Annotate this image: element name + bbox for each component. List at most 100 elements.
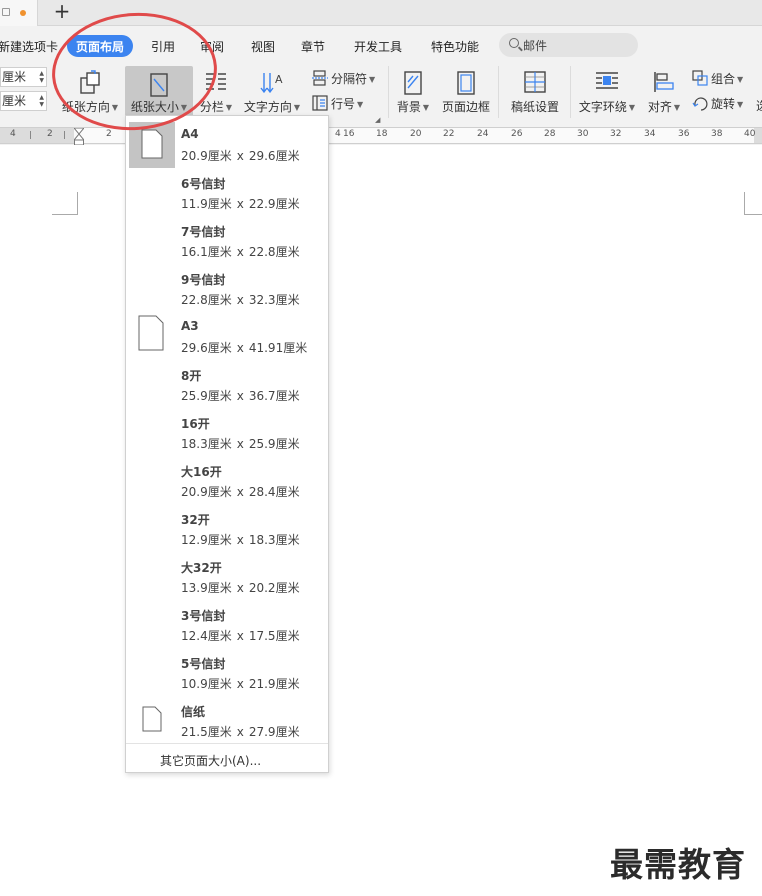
margin-top-spinner[interactable]: 厘米 ▲ ▼ [0,67,47,87]
paper-size-dimensions: 18.3厘米 x 25.9厘米 [181,437,300,451]
menu-new-tab[interactable]: 新建选项卡 [0,38,58,55]
paper-size-dimensions: 10.9厘米 x 21.9厘米 [181,677,300,691]
chevron-down-icon: ▼ [673,103,681,112]
page-border-label: 页面边框 [441,100,490,114]
text-wrap-button[interactable]: 文字环绕 ▼ [576,64,638,118]
dialog-launcher-icon[interactable]: ◢ [375,116,380,124]
menu-references[interactable]: 引用 [151,38,175,55]
page-margin-corner [52,192,78,215]
watermark-logo: 最需教育 [610,845,746,884]
orientation-button[interactable]: 纸张方向 ▼ [58,64,122,118]
paper-size-name: 大32开 [181,561,222,575]
paper-size-name: A4 [181,127,199,141]
ruler-tick-label: 30 [577,129,589,139]
paper-size-option[interactable]: 3号信封 12.4厘米 x 17.5厘米 [126,599,328,647]
ruler-tick-label: 18 [376,129,388,139]
paper-size-dimensions: 22.8厘米 x 32.3厘米 [181,293,300,307]
paper-size-name: 信纸 [181,705,206,719]
horizontal-ruler: 4 2 2 4 16 18 20 22 24 26 28 30 32 34 36… [0,127,762,144]
chevron-down-icon: ▼ [737,75,744,84]
ruler-tick [30,131,31,139]
group-label: 组合 [711,72,736,86]
indent-marker-icon[interactable] [74,128,84,146]
chevron-down-icon: ▼ [180,103,188,112]
paper-size-name: 6号信封 [181,177,226,191]
background-button[interactable]: 背景 ▼ [393,64,433,118]
page-orientation-icon [80,70,100,94]
paper-size-name: 8开 [181,369,202,383]
menu-bar: 新建选项卡 页面布局 引用 审阅 视图 章节 开发工具 特色功能 邮件 [0,26,762,64]
ruler-tick-label: 2 [106,129,112,139]
paper-size-dimensions: 13.9厘米 x 20.2厘米 [181,581,300,595]
paper-size-dimensions: 25.9厘米 x 36.7厘米 [181,389,300,403]
menu-view[interactable]: 视图 [251,38,275,55]
paper-size-option[interactable]: 6号信封 11.9厘米 x 22.9厘米 [126,167,328,215]
document-canvas[interactable] [0,145,762,896]
background-icon [404,71,422,95]
text-wrap-icon [596,72,618,89]
orientation-label: 纸张方向 [61,100,110,114]
ruler-tick-label: 32 [610,129,622,139]
columns-button[interactable]: 分栏 ▼ [196,64,236,118]
paper-size-option[interactable]: 大16开 20.9厘米 x 28.4厘米 [126,455,328,503]
page-border-button[interactable]: 页面边框 [439,64,493,118]
paper-size-option[interactable]: 16开 18.3厘米 x 25.9厘米 [126,407,328,455]
menu-developer[interactable]: 开发工具 [354,38,402,55]
line-number-button[interactable]: 行号 ▼ [312,95,363,115]
spin-arrows-icon[interactable]: ▲ ▼ [39,94,44,108]
paper-size-dimensions: 20.9厘米 x 28.4厘米 [181,485,300,499]
paper-size-option[interactable]: 5号信封 10.9厘米 x 21.9厘米 [126,647,328,695]
paper-size-option[interactable]: 7号信封 16.1厘米 x 22.8厘米 [126,215,328,263]
rotate-button[interactable]: 旋转 ▼ [692,95,743,115]
svg-text:A: A [275,73,283,86]
paper-size-dimensions: 12.4厘米 x 17.5厘米 [181,629,300,643]
paper-size-dimensions: 12.9厘米 x 18.3厘米 [181,533,300,547]
menu-special-features[interactable]: 特色功能 [431,38,479,55]
paper-size-option[interactable]: 8开 25.9厘米 x 36.7厘米 [126,359,328,407]
paper-size-name: 16开 [181,417,210,431]
chevron-down-icon: ▼ [737,100,744,109]
menu-review[interactable]: 审阅 [200,38,224,55]
paper-size-name: 5号信封 [181,657,226,671]
align-button[interactable]: 对齐 ▼ [644,64,684,118]
more-page-sizes-item[interactable]: 其它页面大小(A)... [160,752,261,769]
page-icon [142,706,162,732]
ribbon-toolbar: 厘米 ▲ ▼ 厘米 ▲ ▼ 纸张方向 ▼ 纸张大小 ▼ 分栏 ▼ A 文字方向 … [0,64,762,126]
ruler-tick-label: 28 [544,129,556,139]
new-tab-button[interactable]: + [52,1,72,23]
paper-size-option[interactable]: 32开 12.9厘米 x 18.3厘米 [126,503,328,551]
menu-page-layout[interactable]: 页面布局 [67,35,134,57]
separator-button[interactable]: 分隔符 ▼ [312,70,375,90]
text-wrap-label: 文字环绕 [578,100,627,114]
chevron-down-icon: ▼ [111,103,119,112]
ribbon-overflow-indicator[interactable]: 选 [756,97,762,114]
align-label: 对齐 [647,100,672,114]
paper-size-dimensions: 16.1厘米 x 22.8厘米 [181,245,300,259]
search-box[interactable]: 邮件 [499,33,638,57]
paper-size-option-a4[interactable]: A4 20.9厘米 x 29.6厘米 [126,119,328,168]
line-number-icon [312,95,328,111]
paper-size-option-letter[interactable]: 信纸 21.5厘米 x 27.9厘米 [126,695,328,743]
text-direction-label: 文字方向 [243,100,292,114]
text-direction-button[interactable]: A 文字方向 ▼ [240,64,304,118]
paper-size-option[interactable]: 9号信封 22.8厘米 x 32.3厘米 [126,263,328,311]
paper-size-button[interactable]: 纸张大小 ▼ [125,66,193,117]
ruler-tick-label: 2 [47,129,53,139]
paper-size-name: 大16开 [181,465,222,479]
spin-arrows-icon[interactable]: ▲ ▼ [39,70,44,84]
paper-size-name: 9号信封 [181,273,226,287]
document-tab[interactable] [0,0,38,26]
margin-bottom-spinner[interactable]: 厘米 ▲ ▼ [0,91,47,111]
search-icon [509,38,519,48]
manuscript-label: 稿纸设置 [510,100,559,114]
group-button[interactable]: 组合 ▼ [692,70,743,90]
group-icon [692,70,708,86]
ruler-tick-label: 36 [678,129,690,139]
menu-section[interactable]: 章节 [301,38,325,55]
paper-size-name: 32开 [181,513,210,527]
paper-size-option-a3[interactable]: A3 29.6厘米 x 41.91厘米 [126,311,328,359]
manuscript-settings-button[interactable]: 稿纸设置 [506,64,564,118]
paper-size-dropdown: A4 20.9厘米 x 29.6厘米 6号信封 11.9厘米 x 22.9厘米 7号信封… [125,115,329,773]
ruler-tick-label: 4 [10,129,16,139]
paper-size-option[interactable]: 大32开 13.9厘米 x 20.2厘米 [126,551,328,599]
